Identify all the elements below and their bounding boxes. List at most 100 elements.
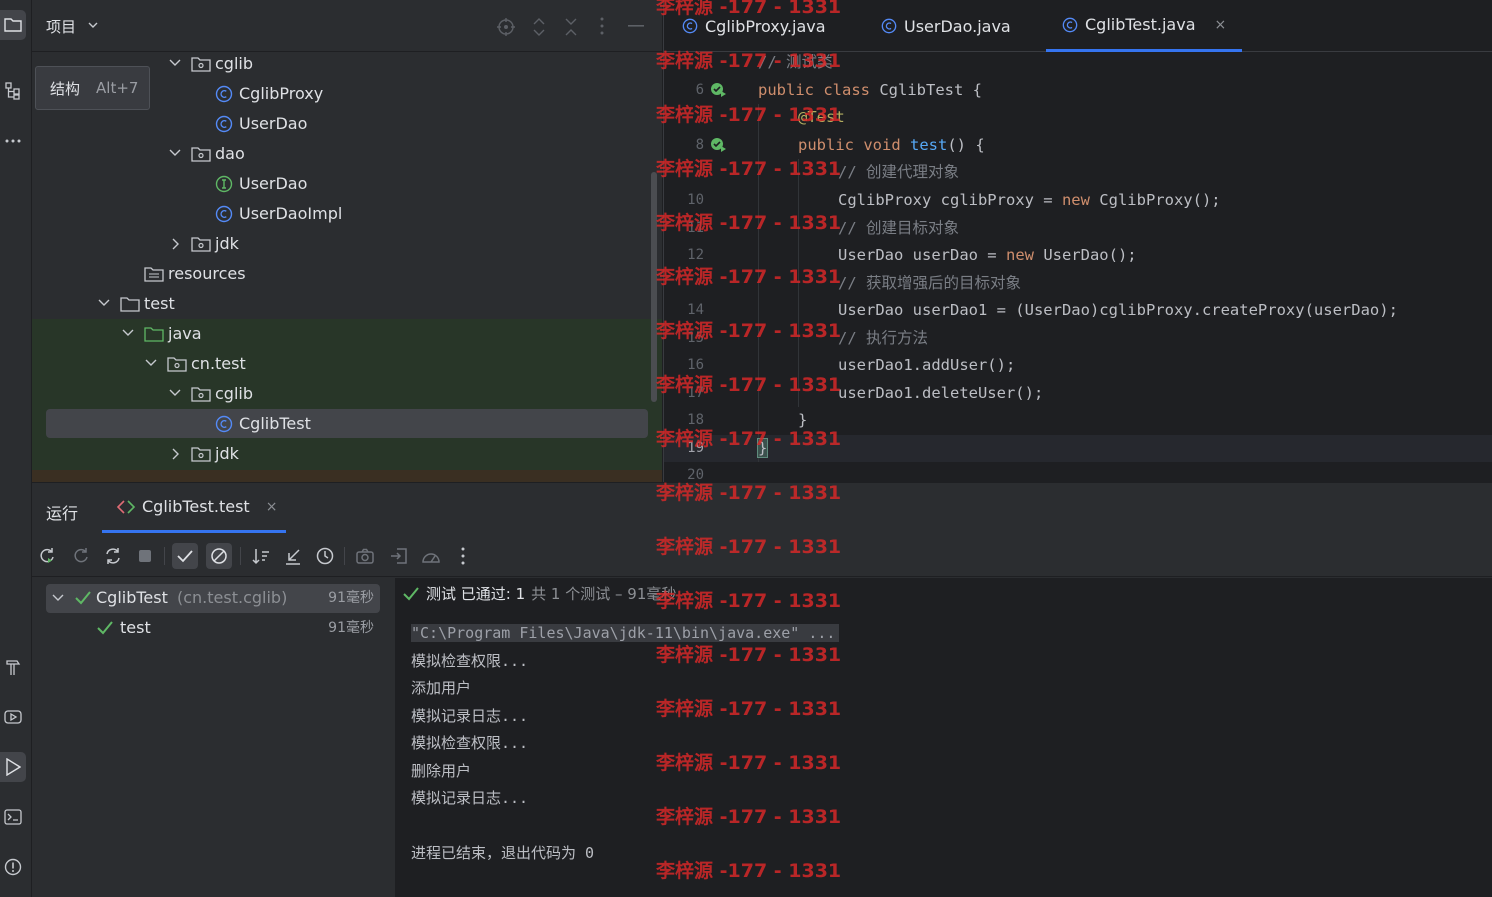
services-icon[interactable] xyxy=(0,702,26,732)
code-line[interactable]: UserDao userDao = new UserDao(); xyxy=(838,242,1137,269)
stop-icon[interactable] xyxy=(132,543,158,569)
test-source-folder-icon xyxy=(144,325,164,343)
tree-item-label: jdk xyxy=(215,444,239,463)
structure-tool-window-icon[interactable] xyxy=(0,76,26,106)
tree-item-userdao[interactable]: UserDao xyxy=(32,109,662,139)
watermark-text: 李梓源 -177 - 1331 xyxy=(656,320,842,342)
chevron-right-icon[interactable] xyxy=(171,238,181,250)
chevron-down-icon[interactable] xyxy=(145,358,157,368)
chevron-down-icon[interactable] xyxy=(169,388,181,398)
test-case-name: test xyxy=(120,618,151,637)
code-line[interactable]: userDao1.addUser(); xyxy=(838,352,1015,379)
console-line: 进程已结束，退出代码为 0 xyxy=(411,844,595,862)
test-suite-package: (cn.test.cglib) xyxy=(177,588,288,607)
code-line[interactable]: // 执行方法 xyxy=(838,325,928,352)
hide-panel-icon[interactable] xyxy=(628,25,644,27)
chevron-down-icon[interactable] xyxy=(122,328,134,338)
tree-item-cglib-test[interactable]: cglib xyxy=(32,379,662,409)
watermark-text: 李梓源 -177 - 1331 xyxy=(656,158,842,180)
close-tab-icon[interactable]: × xyxy=(1215,17,1227,33)
project-tool-window-icon[interactable] xyxy=(0,10,26,40)
tree-item-java[interactable]: java xyxy=(32,319,662,349)
rerun-icon[interactable] xyxy=(34,543,60,569)
watermark-text: 李梓源 -177 - 1331 xyxy=(656,266,842,288)
test-status-detail: 共 1 个测试 – 91毫秒 xyxy=(531,585,677,603)
run-panel-title[interactable]: 运行 xyxy=(46,500,78,524)
tab-label: CglibProxy.java xyxy=(705,16,826,36)
chevron-down-icon[interactable] xyxy=(88,22,98,28)
toolbar-separator xyxy=(344,547,345,565)
more-tools-icon[interactable] xyxy=(0,126,26,156)
passed-check-icon xyxy=(96,620,114,636)
code-line[interactable]: CglibProxy cglibProxy = new CglibProxy()… xyxy=(838,187,1221,214)
class-icon xyxy=(215,415,233,433)
chevron-down-icon[interactable] xyxy=(169,58,181,68)
package-folder-icon xyxy=(191,235,211,253)
tree-item-userdaoimpl[interactable]: UserDaoImpl xyxy=(32,199,662,229)
tree-item-jdk[interactable]: jdk xyxy=(32,229,662,259)
tree-item-label: cn.test xyxy=(191,354,246,373)
run-test-gutter-icon[interactable] xyxy=(710,137,728,153)
run-test-gutter-icon[interactable] xyxy=(710,82,728,98)
package-folder-icon xyxy=(191,445,211,463)
tree-item-label: cglib xyxy=(215,54,253,73)
tab-userdao-java[interactable]: UserDao.java xyxy=(881,0,1011,52)
project-panel-title[interactable]: 项目 xyxy=(46,16,76,37)
tab-label: UserDao.java xyxy=(904,16,1011,36)
tree-item-resources[interactable]: resources xyxy=(32,259,662,289)
console-line: 模拟检查权限... xyxy=(411,652,529,670)
show-passed-icon[interactable] xyxy=(172,543,198,569)
rerun-failed-icon[interactable] xyxy=(68,543,94,569)
chevron-down-icon[interactable] xyxy=(52,593,64,603)
tree-item-dao[interactable]: dao xyxy=(32,139,662,169)
terminal-icon[interactable] xyxy=(0,802,26,832)
code-line[interactable]: userDao1.deleteUser(); xyxy=(838,380,1043,407)
run-tool-window-icon[interactable] xyxy=(0,752,26,782)
tree-item-label: UserDao xyxy=(239,114,308,133)
expand-all-icon[interactable] xyxy=(532,17,546,37)
passed-check-icon xyxy=(74,590,92,606)
watermark-text: 李梓源 -177 - 1331 xyxy=(656,428,842,450)
code-line[interactable]: // 创建目标对象 xyxy=(838,215,959,242)
chevron-right-icon[interactable] xyxy=(171,448,181,460)
chevron-down-icon[interactable] xyxy=(169,148,181,158)
folder-icon xyxy=(120,295,140,313)
chevron-down-icon[interactable] xyxy=(98,298,110,308)
tree-item-test[interactable]: test xyxy=(32,289,662,319)
interface-icon xyxy=(215,175,233,193)
test-status-label: 测试 已通过: 1 xyxy=(426,585,526,603)
collapse-tests-icon[interactable] xyxy=(280,543,306,569)
import-tests-icon[interactable] xyxy=(386,543,412,569)
sort-icon[interactable] xyxy=(248,543,274,569)
tree-item-cn-test[interactable]: cn.test xyxy=(32,349,662,379)
code-line[interactable]: // 创建代理对象 xyxy=(838,159,959,186)
tab-cglibtest-java[interactable]: CglibTest.java × xyxy=(1046,0,1243,52)
test-results-tree: CglibTest (cn.test.cglib) 91毫秒 test 91毫秒 xyxy=(32,578,396,897)
screenshot-camera-icon[interactable] xyxy=(352,543,378,569)
collapse-all-icon[interactable] xyxy=(564,17,578,37)
package-folder-icon xyxy=(191,145,211,163)
test-suite-cglibtest[interactable]: CglibTest (cn.test.cglib) 91毫秒 xyxy=(46,584,380,612)
options-menu-icon[interactable] xyxy=(600,17,604,35)
more-options-icon[interactable] xyxy=(450,543,476,569)
tree-item-label: cglib xyxy=(215,384,253,403)
coverage-gauge-icon[interactable] xyxy=(418,543,444,569)
code-line[interactable]: UserDao userDao1 = (UserDao)cglibProxy.c… xyxy=(838,297,1398,324)
history-icon[interactable] xyxy=(312,543,338,569)
tree-item-userdao-interface[interactable]: UserDao xyxy=(32,169,662,199)
build-hammer-icon[interactable] xyxy=(0,652,26,682)
code-line[interactable]: // 获取增强后的目标对象 xyxy=(838,270,1021,297)
test-case-test[interactable]: test 91毫秒 xyxy=(46,614,380,642)
show-ignored-icon[interactable] xyxy=(206,543,232,569)
console-output[interactable]: 测试 已通过: 1 共 1 个测试 – 91毫秒 "C:\Program Fil… xyxy=(396,578,1492,897)
close-tab-icon[interactable]: × xyxy=(266,499,278,515)
toggle-auto-test-icon[interactable] xyxy=(100,543,126,569)
class-icon xyxy=(215,85,233,103)
watermark-text: 李梓源 -177 - 1331 xyxy=(656,752,842,774)
tree-item-jdk-test[interactable]: jdk xyxy=(32,439,662,469)
locate-file-icon[interactable] xyxy=(496,17,516,37)
tree-item-cglibtest[interactable]: CglibTest xyxy=(32,409,662,439)
run-tab-cglibtest[interactable]: CglibTest.test × xyxy=(102,483,286,533)
problems-icon[interactable] xyxy=(0,852,26,882)
test-config-icon xyxy=(116,499,136,514)
